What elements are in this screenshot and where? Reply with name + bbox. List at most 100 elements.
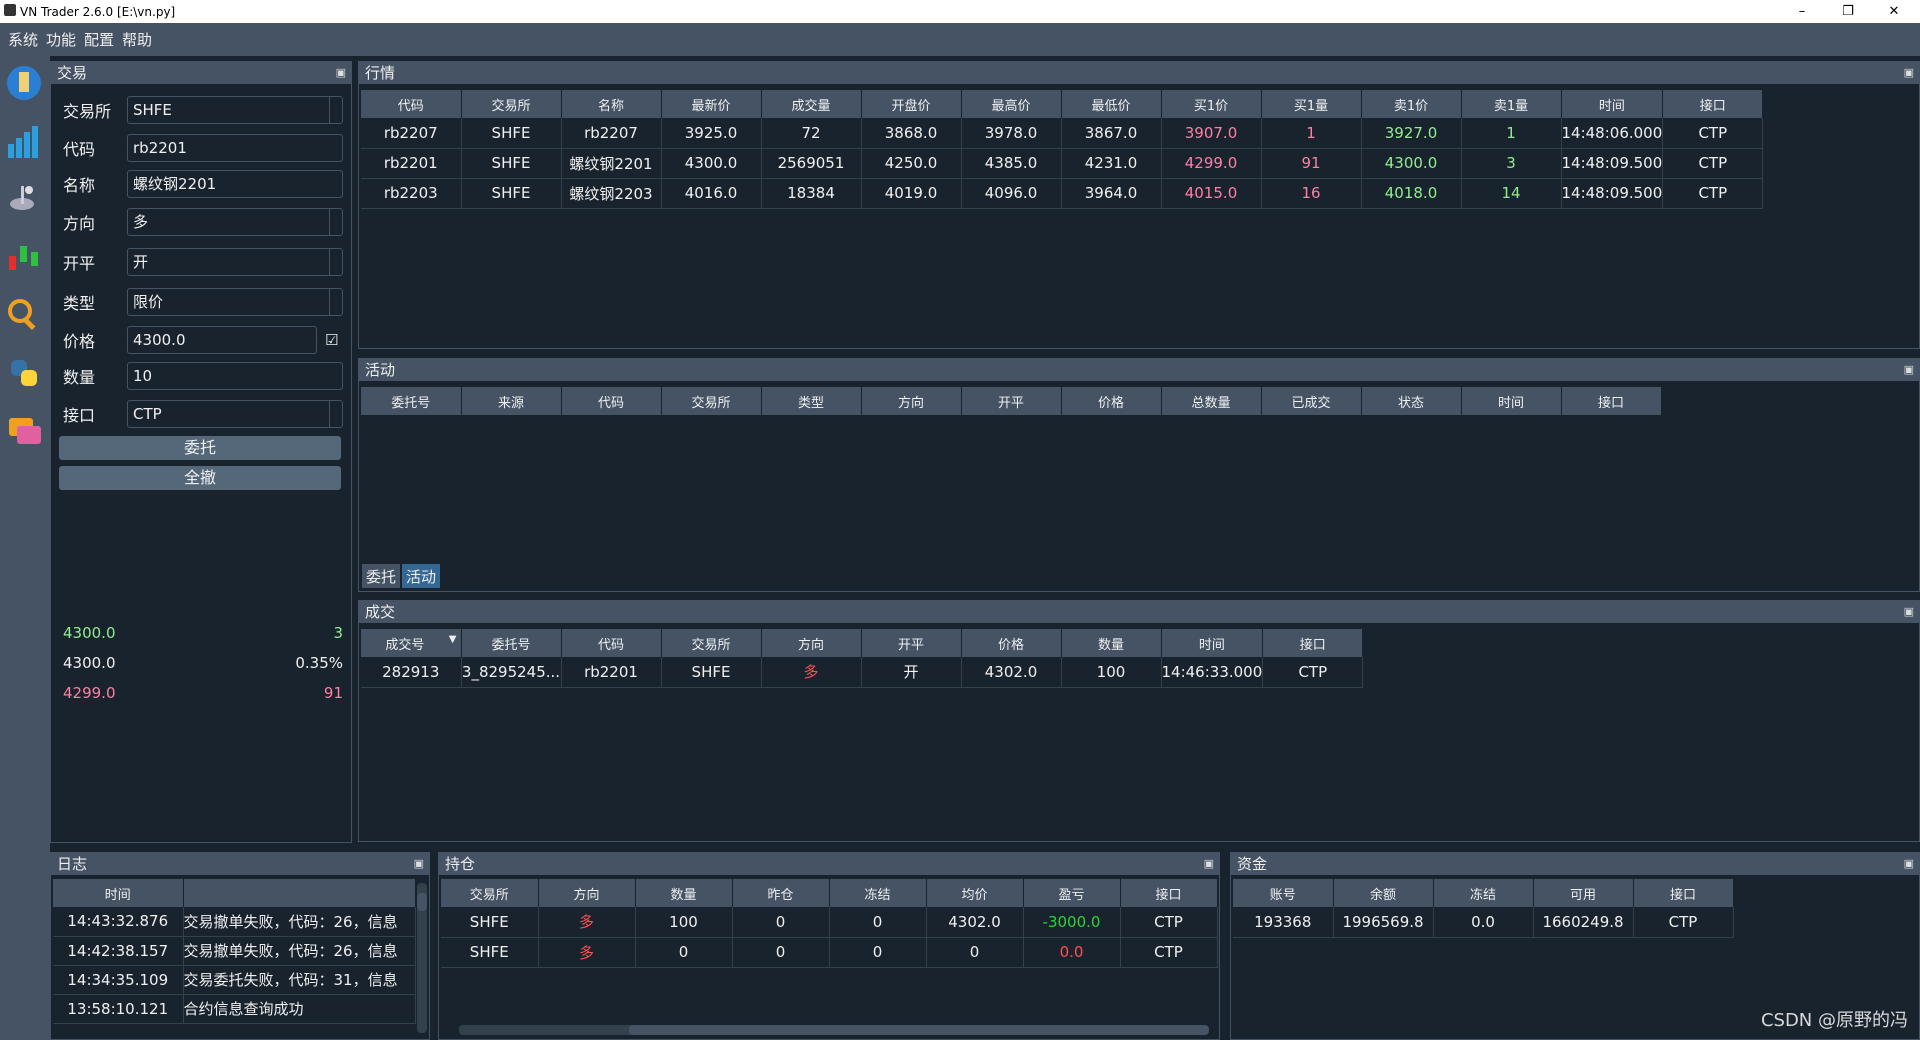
candlestick-icon[interactable] [5,238,43,276]
column-header[interactable]: 状态 [1361,387,1462,415]
column-header[interactable]: 最高价 [961,90,1062,118]
column-header[interactable]: 接口 [1561,387,1662,415]
column-header[interactable]: 时间 [1461,387,1562,415]
column-header[interactable]: 时间 [53,879,184,907]
python-icon[interactable] [5,354,43,392]
strategy-icon[interactable] [5,64,43,102]
column-header[interactable]: 卖1量 [1461,90,1562,118]
log-row[interactable]: 13:58:10.121 合约信息查询成功 [53,994,416,1024]
column-header[interactable]: 交易所 [661,629,762,657]
float-icon[interactable]: ▣ [336,62,346,84]
column-header[interactable]: 时间 [1561,90,1664,118]
column-header[interactable]: 委托号 [361,387,462,415]
type-select[interactable]: 限价 [127,288,343,316]
column-header[interactable]: 账号 [1233,879,1334,907]
column-header[interactable]: 交易所 [661,387,762,415]
column-header[interactable]: 冻结 [1433,879,1534,907]
trade-row[interactable]: 282913 3_8295245... rb2201 SHFE 多开 4302.0 100 1… [361,657,1364,688]
log-row[interactable]: 14:34:35.109 交易委托失败，代码：31，信息 [53,965,416,995]
column-header[interactable]: 接口 [1120,879,1218,907]
tab-active[interactable]: 活动 [401,563,442,589]
minimize-button[interactable]: – [1780,0,1824,23]
column-header[interactable]: 时间 [1161,629,1264,657]
column-header[interactable]: 成交号 ▼ [361,629,462,657]
tab-orders[interactable]: 委托 [361,563,402,589]
sort-arrow-icon[interactable]: ▼ [449,634,457,645]
account-row[interactable]: 193368 1996569.8 0.0 1660249.8 CTP [1233,907,1734,938]
exchange-select[interactable]: SHFE [127,96,343,124]
column-header[interactable]: 代码 [361,90,462,118]
market-row[interactable]: rb2201 SHFE 螺纹钢2201 4300.0 2569051 4250.0 4385… [361,148,1764,179]
menu-system[interactable]: 系统 [8,29,38,50]
column-header[interactable]: 价格 [1061,387,1162,415]
column-header[interactable]: 已成交 [1261,387,1362,415]
column-header[interactable]: 最低价 [1061,90,1162,118]
direction-select[interactable]: 多 [127,208,343,236]
float-icon[interactable]: ▣ [1904,359,1914,381]
column-header[interactable]: 成交量 [761,90,862,118]
column-header[interactable]: 接口 [1262,629,1364,657]
column-header[interactable]: 交易所 [461,90,562,118]
send-order-button[interactable]: 委托 [59,436,341,460]
float-icon[interactable]: ▣ [414,853,424,875]
column-header[interactable]: 来源 [461,387,562,415]
log-scroll-thumb[interactable] [417,893,427,911]
float-icon[interactable]: ▣ [1904,853,1914,875]
column-header[interactable]: 接口 [1662,90,1764,118]
gateway-select[interactable]: CTP [127,400,343,428]
column-header[interactable]: 可用 [1533,879,1634,907]
offset-select[interactable]: 开 [127,248,343,276]
volume-input[interactable]: 10 [127,362,343,390]
column-header[interactable]: 卖1价 [1361,90,1462,118]
close-button[interactable]: ✕ [1872,0,1916,23]
symbol-input[interactable]: rb2201 [127,134,343,162]
column-header[interactable]: 均价 [926,879,1024,907]
column-header[interactable]: 买1价 [1161,90,1262,118]
column-header[interactable]: 交易所 [441,879,539,907]
column-header[interactable]: 冻结 [829,879,927,907]
float-icon[interactable]: ▣ [1204,853,1214,875]
column-header[interactable]: 代码 [561,387,662,415]
column-header[interactable]: 名称 [561,90,662,118]
menu-function[interactable]: 功能 [46,29,76,50]
maximize-button[interactable]: ❐ [1826,0,1870,23]
menu-help[interactable]: 帮助 [122,29,152,50]
column-header[interactable] [183,879,416,907]
chat-icon[interactable] [5,412,43,450]
float-icon[interactable]: ▣ [1904,62,1914,84]
column-header[interactable]: 方向 [538,879,636,907]
cancel-all-button[interactable]: 全撤 [59,466,341,490]
log-row[interactable]: 14:43:32.876 交易撤单失败，代码：26，信息 [53,907,416,937]
menu-config[interactable]: 配置 [84,29,114,50]
position-row[interactable]: SHFE 多 0 0 0 0 0.0 CTP [441,937,1218,968]
column-header[interactable]: 昨仓 [732,879,830,907]
column-header[interactable]: 开平 [961,387,1062,415]
column-header[interactable]: 方向 [861,387,962,415]
column-header[interactable]: 总数量 [1161,387,1262,415]
column-header[interactable]: 余额 [1333,879,1434,907]
position-row[interactable]: SHFE 多 100 0 0 4302.0 -3000.0 CTP [441,907,1218,938]
price-checkbox[interactable]: ☑ [325,331,338,349]
column-header[interactable]: 类型 [761,387,862,415]
column-header[interactable]: 最新价 [661,90,762,118]
position-scroll-thumb[interactable] [629,1025,1209,1035]
column-header[interactable]: 委托号 [461,629,562,657]
market-row[interactable]: rb2207 SHFE rb2207 3925.0 72 3868.0 3978.0 3867… [361,118,1764,149]
search-icon[interactable] [5,296,43,334]
column-header[interactable]: 数量 [635,879,733,907]
column-header[interactable]: 接口 [1633,879,1734,907]
column-header[interactable]: 方向 [761,629,862,657]
price-input[interactable]: 4300.0 [127,326,317,354]
column-header[interactable]: 价格 [961,629,1062,657]
column-header[interactable]: 开平 [861,629,962,657]
column-header[interactable]: 买1量 [1261,90,1362,118]
market-row[interactable]: rb2203 SHFE 螺纹钢2203 4016.0 18384 4019.0 4096.0… [361,178,1764,209]
satellite-icon[interactable] [5,180,43,218]
column-header[interactable]: 代码 [561,629,662,657]
column-header[interactable]: 盈亏 [1023,879,1121,907]
column-header[interactable]: 数量 [1061,629,1162,657]
column-header[interactable]: 开盘价 [861,90,962,118]
log-row[interactable]: 14:42:38.157 交易撤单失败，代码：26，信息 [53,936,416,966]
float-icon[interactable]: ▣ [1904,601,1914,623]
chart-bars-icon[interactable] [5,122,43,160]
